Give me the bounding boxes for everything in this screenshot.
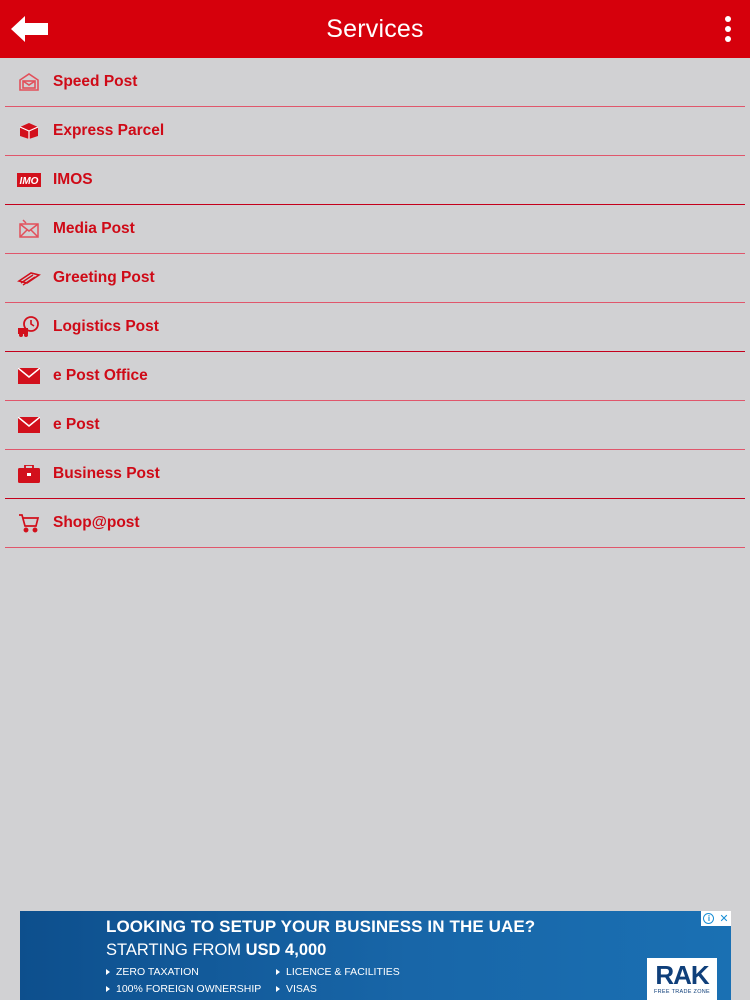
service-item-media-post[interactable]: Media Post: [5, 205, 745, 254]
back-arrow-icon: [11, 16, 48, 42]
envelope-icon: [5, 352, 53, 401]
shopping-cart-icon: [5, 499, 53, 548]
page-title: Services: [326, 14, 424, 43]
bullet-triangle-icon: [106, 986, 110, 992]
media-post-icon: [5, 205, 53, 254]
service-label: Shop@post: [53, 514, 140, 531]
ad-choices[interactable]: i ✕: [701, 911, 731, 926]
service-label: Business Post: [53, 465, 160, 482]
bullet-triangle-icon: [276, 986, 280, 992]
ad-close-icon[interactable]: ✕: [719, 912, 728, 925]
ad-bullet-text: 100% FOREIGN OWNERSHIP: [116, 983, 262, 995]
ad-bullet-text: ZERO TAXATION: [116, 966, 199, 978]
ad-bullet-text: VISAS: [286, 983, 317, 995]
service-item-e-post[interactable]: e Post: [5, 401, 745, 450]
ad-bullet: ZERO TAXATION: [106, 966, 276, 978]
menu-dot: [725, 36, 731, 42]
more-options-button[interactable]: [720, 12, 736, 46]
greeting-post-icon: [5, 254, 53, 303]
services-screen: Services Speed Post Express Parcel IMO I…: [0, 0, 750, 1000]
ad-sub-prefix: STARTING FROM: [106, 941, 246, 959]
service-item-e-post-office[interactable]: e Post Office: [5, 352, 745, 401]
svg-text:IMO: IMO: [20, 176, 39, 187]
ad-banner[interactable]: LOOKING TO SETUP YOUR BUSINESS IN THE UA…: [20, 911, 731, 1000]
app-header: Services: [0, 0, 750, 58]
parcel-icon: [5, 107, 53, 156]
service-label: e Post: [53, 416, 100, 433]
imos-icon: IMO: [5, 156, 53, 205]
ad-info-icon[interactable]: i: [703, 913, 715, 924]
service-label: e Post Office: [53, 367, 148, 384]
service-item-shop-post[interactable]: Shop@post: [5, 499, 745, 548]
briefcase-icon: [5, 450, 53, 499]
ad-subheadline: STARTING FROM USD 4,000: [106, 941, 326, 960]
bullet-triangle-icon: [276, 969, 280, 975]
service-item-speed-post[interactable]: Speed Post: [5, 58, 745, 107]
envelope-icon: [5, 401, 53, 450]
service-item-greeting-post[interactable]: Greeting Post: [5, 254, 745, 303]
back-button[interactable]: [8, 10, 52, 48]
menu-dot: [725, 26, 731, 32]
ad-logo-sub: FREE TRADE ZONE: [653, 989, 711, 995]
speed-post-icon: [5, 58, 53, 107]
service-label: Greeting Post: [53, 269, 155, 286]
service-item-logistics-post[interactable]: Logistics Post: [5, 303, 745, 352]
logistics-post-icon: [5, 303, 53, 352]
ad-logo-main: RAK: [655, 960, 709, 990]
ad-headline: LOOKING TO SETUP YOUR BUSINESS IN THE UA…: [106, 917, 536, 936]
service-item-imos[interactable]: IMO IMOS: [5, 156, 745, 205]
service-label: IMOS: [53, 171, 93, 188]
service-item-express-parcel[interactable]: Express Parcel: [5, 107, 745, 156]
ad-bullet: LICENCE & FACILITIES: [276, 966, 446, 978]
service-label: Logistics Post: [53, 318, 159, 335]
more-vertical-icon: [725, 16, 731, 22]
ad-bullet: 100% FOREIGN OWNERSHIP: [106, 983, 276, 995]
service-label: Express Parcel: [53, 122, 165, 139]
ad-bullet: VISAS: [276, 983, 446, 995]
ad-bullet-text: LICENCE & FACILITIES: [286, 966, 400, 978]
ad-sub-amount: USD 4,000: [245, 941, 327, 959]
service-list: Speed Post Express Parcel IMO IMOS Media…: [5, 58, 745, 548]
service-item-business-post[interactable]: Business Post: [5, 450, 745, 499]
service-label: Speed Post: [53, 73, 138, 90]
ad-bullet-list: ZERO TAXATION LICENCE & FACILITIES 100% …: [106, 966, 466, 995]
ad-logo: RAK FREE TRADE ZONE: [647, 958, 717, 1000]
bullet-triangle-icon: [106, 969, 110, 975]
service-label: Media Post: [53, 220, 135, 237]
